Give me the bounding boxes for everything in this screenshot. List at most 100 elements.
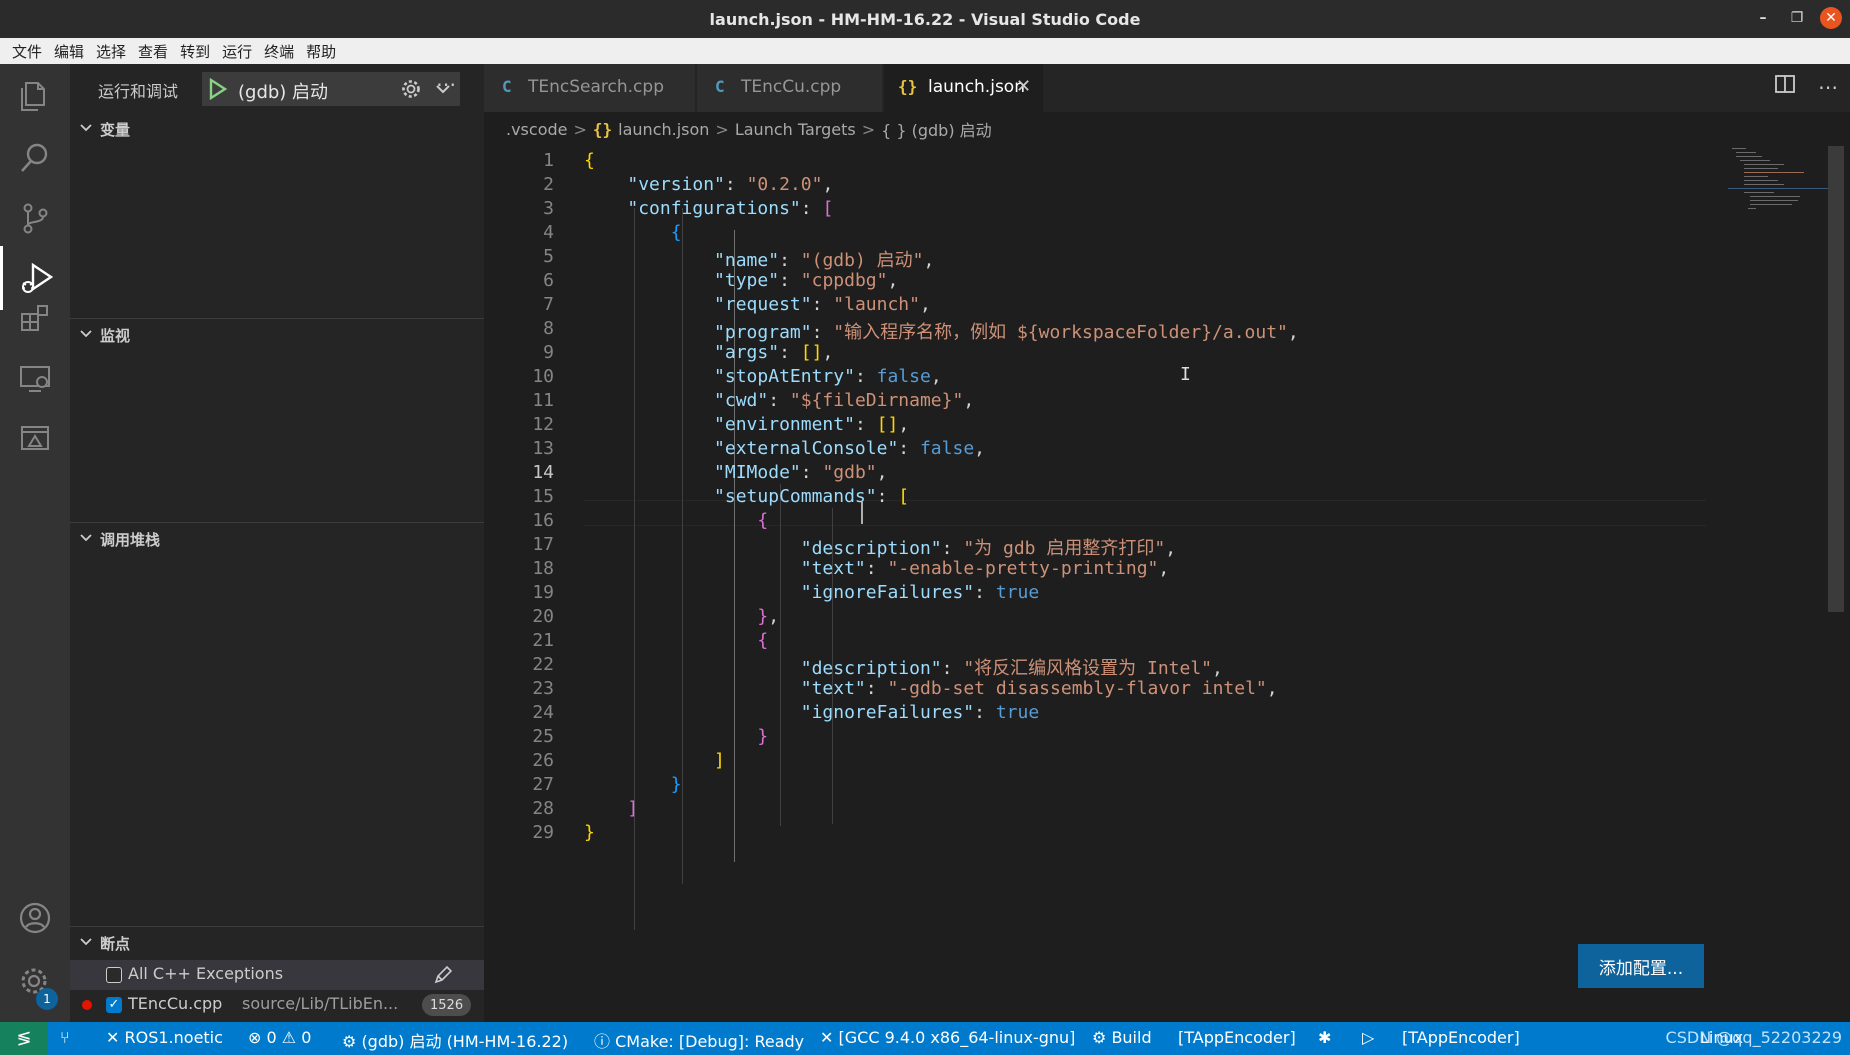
section-call-stack[interactable]: 调用堆栈 bbox=[70, 522, 484, 556]
section-label: 监视 bbox=[100, 327, 131, 345]
json-string: "将反汇编风格设置为 Intel" bbox=[963, 658, 1213, 679]
breadcrumb-folder[interactable]: .vscode bbox=[506, 120, 567, 139]
menu-selection[interactable]: 选择 bbox=[90, 41, 132, 62]
json-key: "externalConsole" bbox=[714, 438, 899, 459]
problems-status[interactable]: ⊗ 0 ⚠ 0 bbox=[248, 1028, 311, 1047]
json-string: "-enable-pretty-printing" bbox=[887, 558, 1159, 579]
search-icon[interactable] bbox=[0, 126, 70, 190]
json-boolean: true bbox=[995, 702, 1040, 723]
line-number: 6 bbox=[543, 270, 554, 291]
breadcrumb-item[interactable]: { } (gdb) 启动 bbox=[881, 117, 992, 141]
exceptions-checkbox[interactable] bbox=[106, 967, 122, 983]
explorer-icon[interactable] bbox=[0, 64, 70, 128]
cmake-icon[interactable] bbox=[0, 406, 70, 470]
close-tab-icon[interactable]: ✕ bbox=[1016, 76, 1031, 97]
code-line: "configurations": [ bbox=[627, 198, 834, 219]
debug-status[interactable]: ⚙ (gdb) 启动 (HM-HM-16.22) bbox=[342, 1028, 568, 1052]
json-key: "ignoreFailures" bbox=[800, 702, 975, 723]
kit-status[interactable]: ✕ [GCC 9.4.0 x86_64-linux-gnu] bbox=[820, 1028, 1075, 1047]
json-string: "(gdb) 启动" bbox=[800, 250, 924, 271]
menu-go[interactable]: 转到 bbox=[174, 41, 216, 62]
branch-icon[interactable]: ⑂ bbox=[60, 1028, 70, 1047]
breadcrumb-section[interactable]: Launch Targets bbox=[735, 120, 856, 139]
tab-tenccu[interactable]: C TEncCu.cpp bbox=[697, 64, 883, 112]
cmake-status[interactable]: ⓘ CMake: [Debug]: Ready bbox=[594, 1028, 804, 1052]
breakpoint-line: 1526 bbox=[422, 994, 472, 1016]
code-editor[interactable]: 1 2 3 4 5 6 7 8 9 10 11 12 13 14 15 16 17 18 19 20 21 22 23 24 2… bbox=[484, 146, 1850, 1022]
code-line: "description": "将反汇编风格设置为 Intel", bbox=[800, 658, 1223, 679]
menu-view[interactable]: 查看 bbox=[132, 41, 174, 62]
json-key: "text" bbox=[800, 678, 866, 699]
run-play-icon[interactable]: ▷ bbox=[1362, 1028, 1374, 1047]
menu-edit[interactable]: 编辑 bbox=[48, 41, 90, 62]
line-number: 4 bbox=[543, 222, 554, 243]
window-controls: – ❐ ✕ bbox=[1752, 7, 1842, 29]
add-configuration-button[interactable]: 添加配置... bbox=[1578, 944, 1704, 988]
manage-gear-icon[interactable]: 1 bbox=[0, 950, 70, 1014]
watermark: CSDN @qq_52203229 bbox=[1665, 1028, 1842, 1047]
more-actions-icon[interactable]: ⋯ bbox=[436, 72, 457, 96]
section-watch[interactable]: 监视 bbox=[70, 318, 484, 352]
breakpoint-row[interactable]: ✓ TEncCu.cpp source/Lib/TLibEn... 1526 bbox=[70, 990, 484, 1020]
section-variables[interactable]: 变量 bbox=[70, 112, 484, 146]
json-key: "program" bbox=[714, 322, 812, 343]
code-line: "text": "-enable-pretty-printing", bbox=[800, 558, 1170, 579]
json-key: "ignoreFailures" bbox=[800, 582, 975, 603]
json-key: "environment" bbox=[714, 414, 855, 435]
vertical-scrollbar[interactable] bbox=[1828, 146, 1844, 612]
code-line: "cwd": "${fileDirname}", bbox=[714, 390, 975, 411]
ros-status[interactable]: ✕ ROS1.noetic bbox=[106, 1028, 223, 1047]
breakpoint-label: All C++ Exceptions bbox=[128, 964, 284, 983]
gear-icon[interactable] bbox=[400, 78, 422, 104]
breadcrumb: .vscode > {} launch.json > Launch Target… bbox=[484, 112, 1850, 146]
build-label: Build bbox=[1111, 1028, 1152, 1047]
more-actions-icon[interactable]: ⋯ bbox=[1818, 75, 1838, 99]
code-line: "args": [], bbox=[714, 342, 834, 363]
code-line: } bbox=[584, 822, 595, 843]
menu-run[interactable]: 运行 bbox=[216, 41, 258, 62]
json-key: "description" bbox=[800, 658, 942, 679]
build-target[interactable]: [TAppEncoder] bbox=[1178, 1028, 1296, 1047]
start-debug-icon[interactable] bbox=[208, 77, 228, 104]
json-key: "cwd" bbox=[714, 390, 769, 411]
line-number: 10 bbox=[532, 366, 554, 387]
section-breakpoints[interactable]: 断点 bbox=[70, 926, 484, 960]
minimap[interactable] bbox=[1728, 146, 1828, 266]
remote-indicator-icon[interactable]: ≶ bbox=[0, 1022, 48, 1055]
tab-label: TEncSearch.cpp bbox=[528, 77, 664, 97]
code-line: } bbox=[757, 726, 769, 747]
menu-help[interactable]: 帮助 bbox=[300, 41, 342, 62]
split-editor-icon[interactable] bbox=[1774, 74, 1796, 99]
breakpoint-path: source/Lib/TLibEn... bbox=[242, 994, 399, 1013]
breadcrumb-file[interactable]: launch.json bbox=[618, 120, 709, 139]
json-key: "description" bbox=[800, 538, 942, 559]
close-icon[interactable]: ✕ bbox=[1820, 7, 1842, 29]
line-number: 3 bbox=[543, 198, 554, 219]
code-line: { bbox=[757, 510, 769, 531]
build-button[interactable]: ⚙ Build bbox=[1092, 1028, 1152, 1047]
line-number: 13 bbox=[532, 438, 554, 459]
code-line: "request": "launch", bbox=[714, 294, 931, 315]
breakpoint-checkbox[interactable]: ✓ bbox=[106, 997, 122, 1013]
tab-tencsearch[interactable]: C TEncSearch.cpp bbox=[484, 64, 696, 112]
error-count: 0 bbox=[266, 1028, 277, 1047]
minimize-icon[interactable]: – bbox=[1752, 7, 1774, 29]
debug-bug-icon[interactable]: ✱ bbox=[1318, 1028, 1331, 1047]
code-line: }, bbox=[757, 606, 780, 627]
code-line: { bbox=[584, 150, 595, 171]
tab-launch-json[interactable]: {} launch.json ✕ bbox=[884, 64, 1044, 112]
breakpoint-exceptions-row[interactable]: All C++ Exceptions bbox=[70, 960, 484, 990]
json-key: "setupCommands" bbox=[714, 486, 877, 507]
source-control-icon[interactable] bbox=[0, 186, 70, 250]
restore-icon[interactable]: ❐ bbox=[1786, 7, 1808, 29]
code-line: "externalConsole": false, bbox=[714, 438, 985, 459]
remote-explorer-icon[interactable] bbox=[0, 346, 70, 410]
menu-terminal[interactable]: 终端 bbox=[258, 41, 300, 62]
extensions-icon[interactable] bbox=[0, 286, 70, 350]
account-icon[interactable] bbox=[0, 886, 70, 950]
line-number: 18 bbox=[532, 558, 554, 579]
menu-file[interactable]: 文件 bbox=[6, 41, 48, 62]
edit-pencil-icon[interactable] bbox=[432, 964, 454, 990]
launch-target[interactable]: [TAppEncoder] bbox=[1402, 1028, 1520, 1047]
chevron-down-icon bbox=[78, 530, 94, 550]
